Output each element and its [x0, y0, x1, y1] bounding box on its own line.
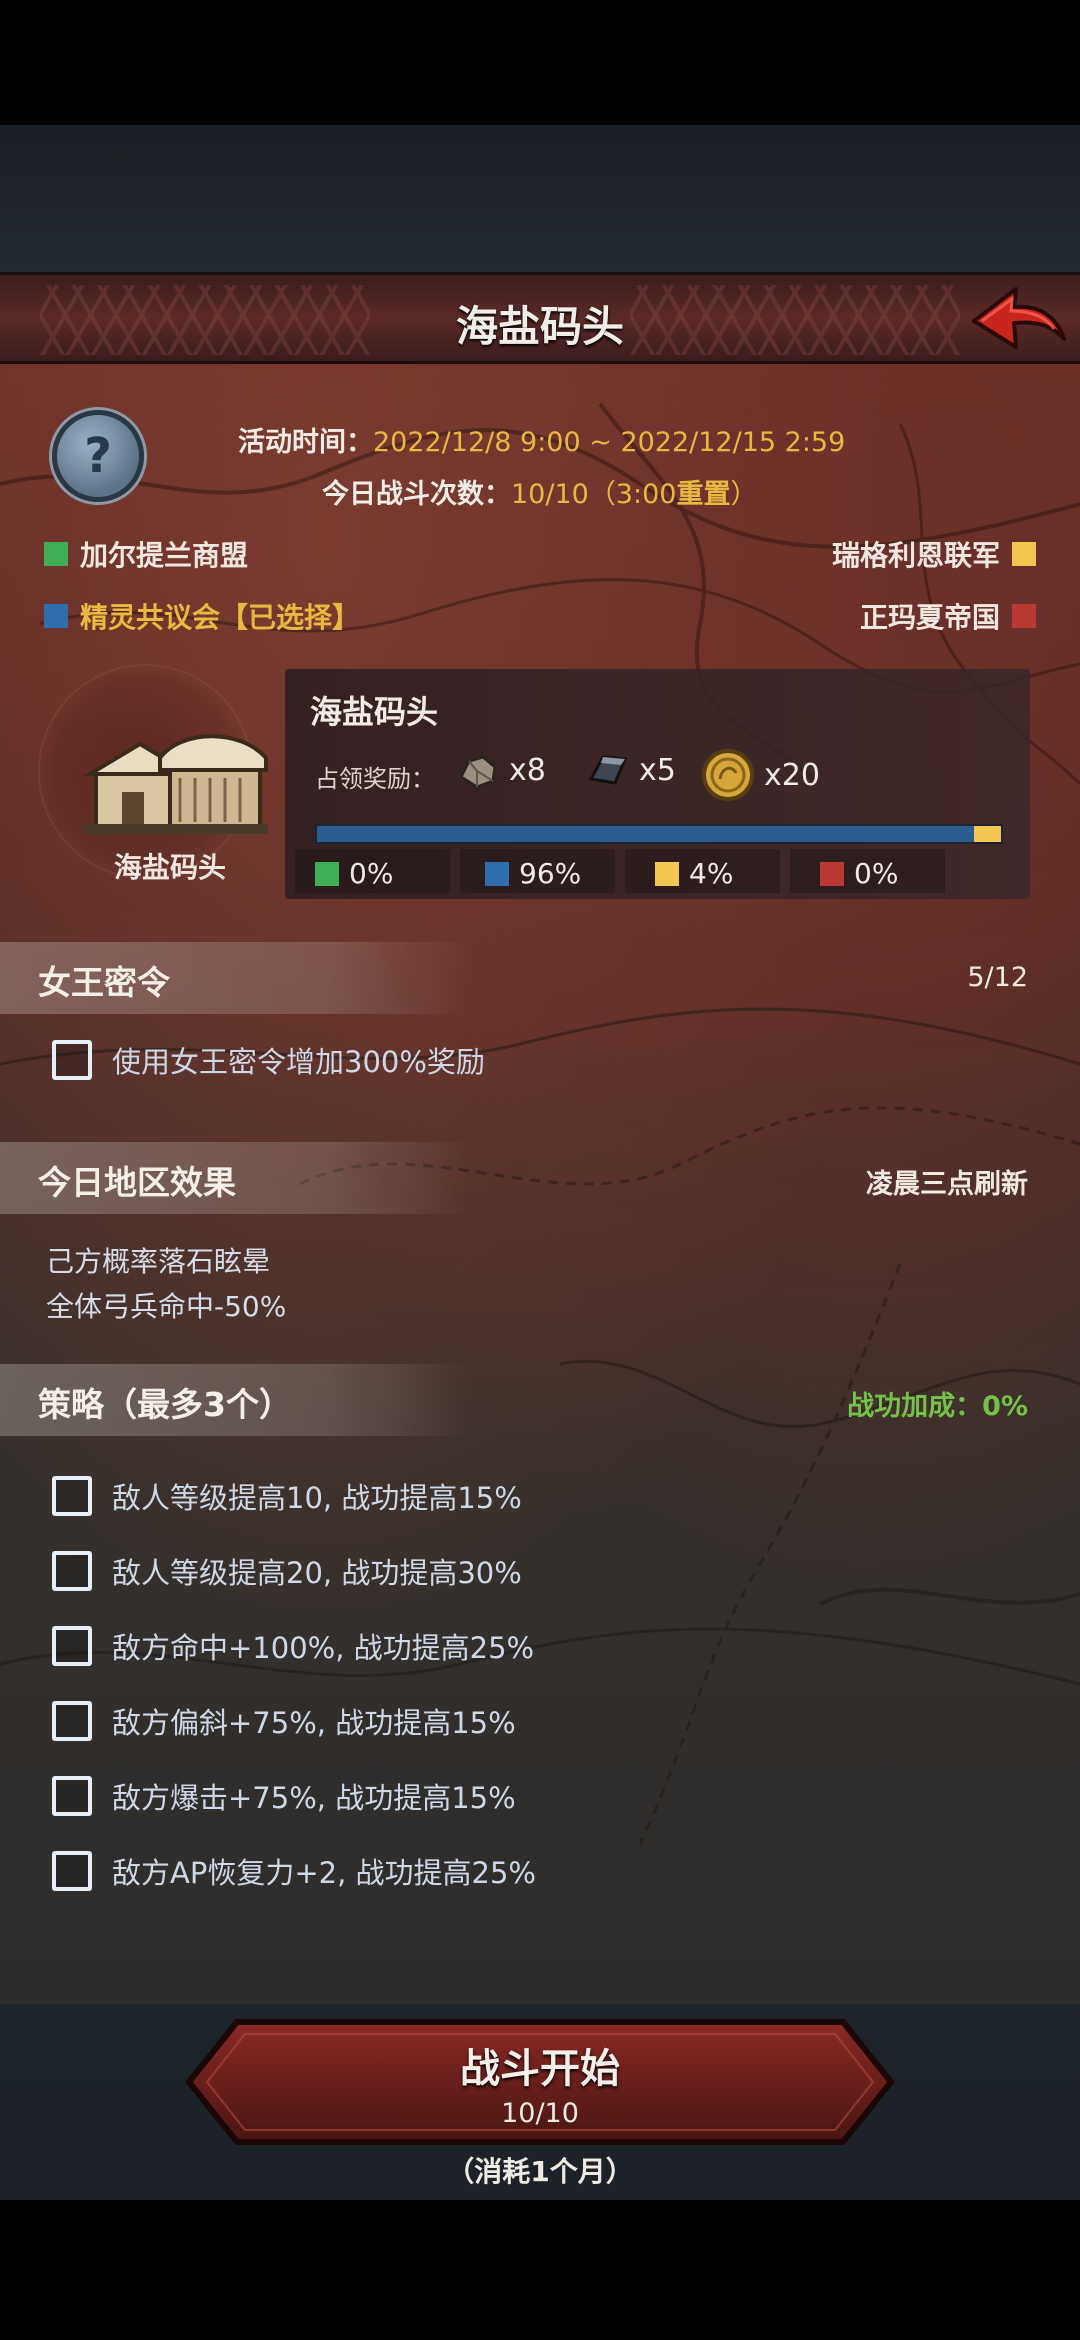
start-battle-cost: （消耗1个月）: [446, 2155, 634, 2188]
queen-order-option[interactable]: 使用女王密令增加300%奖励: [52, 1039, 485, 1081]
option-label: 敌方偏斜+75%, 战功提高15%: [112, 1706, 516, 1740]
faction-color-swatch: [1012, 542, 1036, 566]
start-battle-count: 10/10: [501, 2098, 579, 2129]
share-yellow: 4%: [655, 857, 733, 890]
queen-order-header: 女王密令 5/12: [0, 942, 1080, 1014]
share-blue: 96%: [485, 857, 581, 890]
merit-bonus: 战功加成：0%: [847, 1391, 1028, 1422]
faction-color-swatch: [1012, 604, 1036, 628]
faction-color-swatch: [44, 604, 68, 628]
reward-iron: x5: [585, 747, 676, 793]
battle-count: 今日战斗次数：10/10（3:00重置）: [322, 479, 758, 510]
queen-order-count: 5/12: [967, 962, 1028, 993]
section-title: 策略（最多3个）: [38, 1385, 292, 1424]
back-button[interactable]: [968, 281, 1068, 357]
reward-gold: x20: [700, 747, 820, 803]
location-name: 海盐码头: [310, 693, 439, 731]
control-bar-yellow: [973, 826, 1001, 842]
event-time: 活动时间：2022/12/8 9:00 ~ 2022/12/15 2:59: [238, 427, 846, 458]
bottom-area: [0, 2200, 1080, 2340]
help-button[interactable]: ?: [52, 410, 144, 502]
faction-galtiran: 加尔提兰商盟: [44, 534, 248, 574]
iron-ingot-icon: [588, 755, 628, 785]
strategy-option[interactable]: 敌方AP恢复力+2, 战功提高25%: [52, 1850, 536, 1892]
strategy-option[interactable]: 敌方命中+100%, 战功提高25%: [52, 1625, 534, 1667]
share-red: 0%: [820, 857, 898, 890]
gold-coin-icon: [702, 749, 754, 801]
dock-building-icon[interactable]: [70, 714, 270, 844]
option-label: 使用女王密令增加300%奖励: [112, 1045, 485, 1079]
section-title: 今日地区效果: [38, 1163, 236, 1202]
reward-stone: x8: [455, 747, 546, 793]
back-arrow-icon: [972, 287, 1066, 349]
event-panel: ? 活动时间：2022/12/8 9:00 ~ 2022/12/15 2:59 …: [0, 364, 1080, 2004]
option-label: 敌方命中+100%, 战功提高25%: [112, 1631, 535, 1665]
checkbox[interactable]: [52, 1476, 92, 1516]
region-effect-line: 全体弓兵命中-50%: [46, 1290, 287, 1323]
checkbox[interactable]: [52, 1551, 92, 1591]
checkbox[interactable]: [52, 1626, 92, 1666]
question-icon: ?: [84, 428, 112, 484]
region-effects-header: 今日地区效果 凌晨三点刷新: [0, 1142, 1080, 1214]
share-green: 0%: [315, 857, 393, 890]
stone-icon: [459, 755, 497, 789]
checkbox[interactable]: [52, 1851, 92, 1891]
region-effect-line: 己方概率落石眩晕: [46, 1245, 271, 1278]
faction-color-swatch: [315, 861, 339, 886]
refresh-note: 凌晨三点刷新: [866, 1169, 1028, 1200]
option-label: 敌方AP恢复力+2, 战功提高25%: [112, 1856, 536, 1890]
status-area: [0, 0, 1080, 125]
option-label: 敌人等级提高20, 战功提高30%: [112, 1556, 522, 1590]
title-bar: 海盐码头: [0, 272, 1080, 364]
location-card: 海盐码头 占领奖励： x8 x5 x20 0% 96% 4% 0%: [285, 669, 1030, 899]
strategy-option[interactable]: 敌方偏斜+75%, 战功提高15%: [52, 1700, 516, 1742]
strategy-option[interactable]: 敌人等级提高20, 战功提高30%: [52, 1550, 522, 1592]
option-label: 敌方爆击+75%, 战功提高15%: [112, 1781, 516, 1815]
faction-zhengma-empire: 正玛夏帝国: [860, 596, 1036, 636]
section-title: 女王密令: [38, 963, 170, 1002]
strategy-option[interactable]: 敌人等级提高10, 战功提高15%: [52, 1475, 522, 1517]
checkbox[interactable]: [52, 1776, 92, 1816]
strategy-option[interactable]: 敌方爆击+75%, 战功提高15%: [52, 1775, 516, 1817]
page-title: 海盐码头: [455, 302, 624, 351]
checkbox[interactable]: [52, 1701, 92, 1741]
faction-color-swatch: [820, 861, 844, 886]
checkbox[interactable]: [52, 1040, 92, 1080]
location-icon-label: 海盐码头: [113, 851, 226, 884]
faction-color-swatch: [655, 861, 679, 886]
start-battle-label: 战斗开始: [460, 2046, 620, 2092]
faction-elven-council: 精灵共议会【已选择】: [44, 596, 360, 636]
reward-label: 占领奖励：: [315, 765, 435, 793]
faction-color-swatch: [44, 542, 68, 566]
faction-color-swatch: [485, 861, 509, 886]
control-bar-blue: [317, 826, 974, 842]
strategy-header: 策略（最多3个） 战功加成：0%: [0, 1364, 1080, 1436]
faction-regalion: 瑞格利恩联军: [832, 534, 1036, 574]
option-label: 敌人等级提高10, 战功提高15%: [112, 1481, 522, 1515]
control-progress-bar: [315, 824, 1003, 844]
